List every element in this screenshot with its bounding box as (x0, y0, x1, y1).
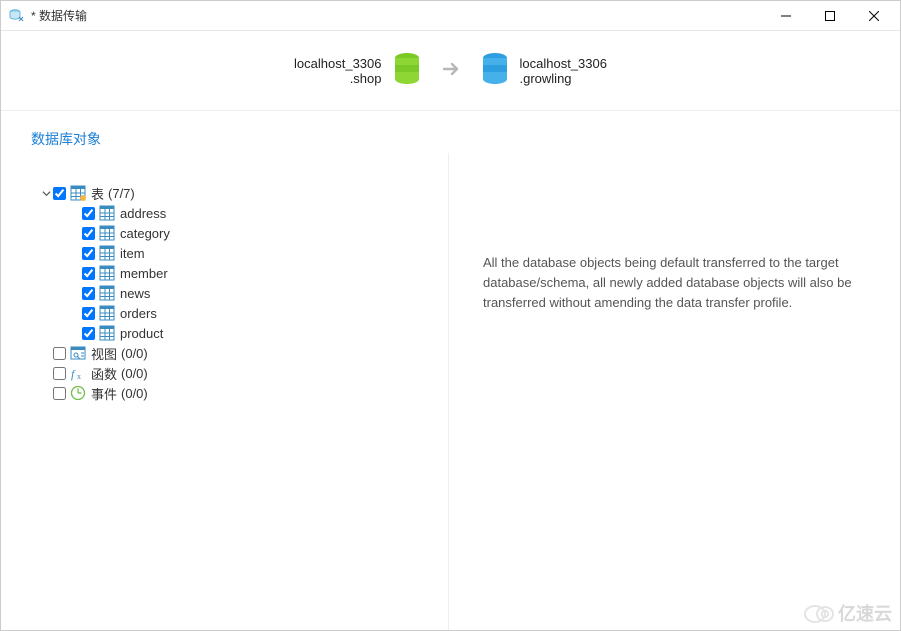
checkbox-views[interactable] (53, 347, 66, 360)
table-group-icon (70, 185, 86, 201)
transfer-header: localhost_3306 .shop localhost_3306 .gro… (1, 31, 900, 111)
view-icon (70, 345, 86, 361)
chevron-down-icon[interactable] (39, 189, 53, 198)
checkbox-table-item[interactable] (82, 207, 95, 220)
svg-text:f: f (71, 367, 76, 381)
tree-item-table[interactable]: news (53, 283, 438, 303)
tree-category-views[interactable]: 视图 (0/0) (39, 343, 438, 363)
table-icon (99, 325, 115, 341)
close-button[interactable] (852, 1, 896, 30)
description-pane: All the database objects being default t… (449, 153, 900, 630)
table-name: item (120, 246, 145, 261)
target-db-name: .growling (520, 71, 607, 86)
checkbox-table-item[interactable] (82, 227, 95, 240)
event-icon (70, 385, 86, 401)
table-icon (99, 245, 115, 261)
checkbox-events[interactable] (53, 387, 66, 400)
titlebar: * 数据传输 (1, 1, 900, 31)
section-title: 数据库对象 (1, 111, 900, 153)
tree-item-table[interactable]: orders (53, 303, 438, 323)
window-title: * 数据传输 (31, 7, 764, 24)
checkbox-table-item[interactable] (82, 327, 95, 340)
source-db-name: .shop (294, 71, 381, 86)
arrow-right-icon (440, 58, 462, 83)
object-tree[interactable]: 表 (7/7) address category item member news ord… (39, 183, 438, 403)
table-icon (99, 305, 115, 321)
source-host: localhost_3306 (294, 56, 381, 71)
tables-count: (7/7) (108, 186, 135, 201)
checkbox-table-item[interactable] (82, 267, 95, 280)
database-target-icon (480, 52, 510, 89)
events-count: (0/0) (121, 386, 148, 401)
tree-item-table[interactable]: category (53, 223, 438, 243)
target-db: localhost_3306 .growling (480, 52, 607, 89)
object-tree-pane: 表 (7/7) address category item member news ord… (1, 153, 449, 630)
table-name: member (120, 266, 168, 281)
tree-category-functions[interactable]: f x 函数 (0/0) (39, 363, 438, 383)
views-label: 视图 (91, 344, 117, 363)
svg-text:x: x (77, 372, 81, 381)
tree-item-table[interactable]: member (53, 263, 438, 283)
source-db: localhost_3306 .shop (294, 52, 421, 89)
table-icon (99, 225, 115, 241)
tree-item-table[interactable]: address (53, 203, 438, 223)
description-text: All the database objects being default t… (483, 253, 866, 313)
tree-category-tables[interactable]: 表 (7/7) (39, 183, 438, 203)
function-icon: f x (70, 365, 86, 381)
functions-count: (0/0) (121, 366, 148, 381)
tree-item-table[interactable]: item (53, 243, 438, 263)
table-icon (99, 205, 115, 221)
maximize-button[interactable] (808, 1, 852, 30)
tables-label: 表 (91, 184, 104, 203)
checkbox-table-item[interactable] (82, 287, 95, 300)
table-icon (99, 285, 115, 301)
target-host: localhost_3306 (520, 56, 607, 71)
checkbox-table-item[interactable] (82, 247, 95, 260)
table-name: orders (120, 306, 157, 321)
tree-item-table[interactable]: product (53, 323, 438, 343)
body: 表 (7/7) address category item member news ord… (1, 153, 900, 630)
database-source-icon (392, 52, 422, 89)
events-label: 事件 (91, 384, 117, 403)
functions-label: 函数 (91, 364, 117, 383)
checkbox-functions[interactable] (53, 367, 66, 380)
table-name: product (120, 326, 163, 341)
tree-category-events[interactable]: 事件 (0/0) (39, 383, 438, 403)
table-name: address (120, 206, 166, 221)
checkbox-table-item[interactable] (82, 307, 95, 320)
table-name: news (120, 286, 150, 301)
views-count: (0/0) (121, 346, 148, 361)
checkbox-tables[interactable] (53, 187, 66, 200)
minimize-button[interactable] (764, 1, 808, 30)
window-controls (764, 1, 896, 30)
table-name: category (120, 226, 170, 241)
table-icon (99, 265, 115, 281)
app-icon (9, 8, 25, 24)
